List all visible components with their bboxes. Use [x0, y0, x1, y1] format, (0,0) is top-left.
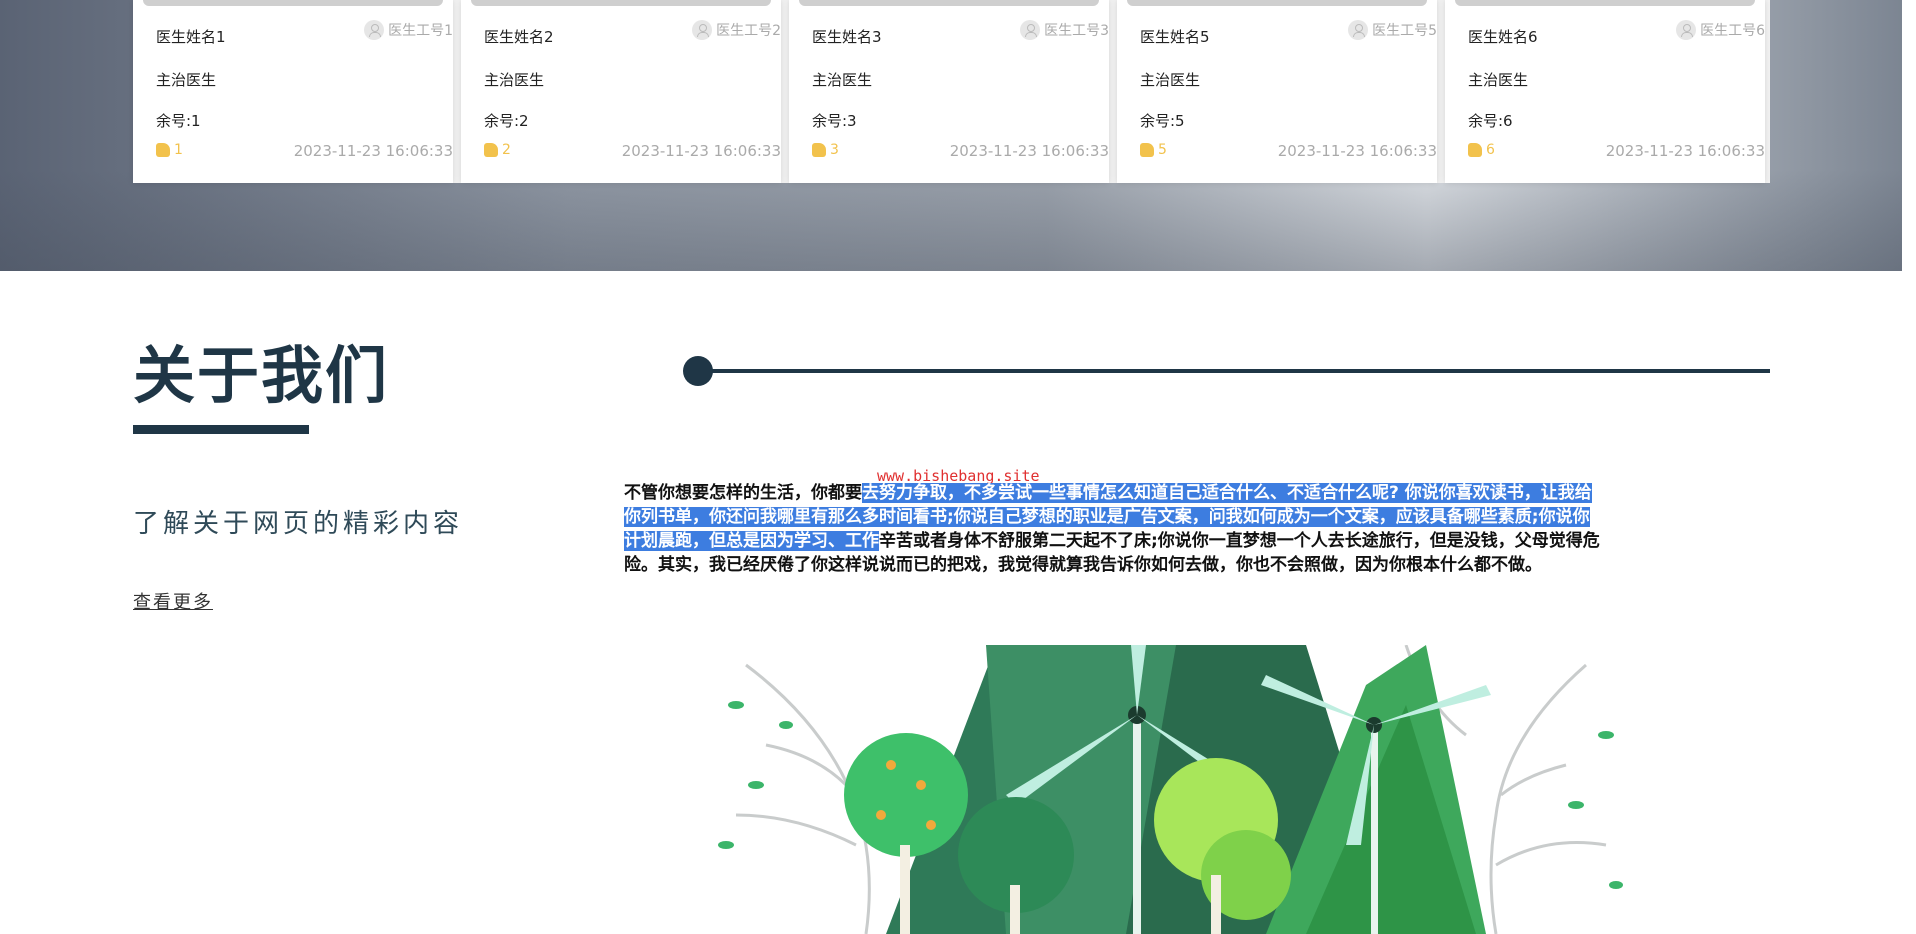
doctor-remaining: 余号:6 — [1468, 112, 1513, 130]
doctor-likes[interactable]: 2 — [484, 142, 511, 158]
view-more-link[interactable]: 查看更多 — [133, 588, 213, 614]
about-description: 不管你想要怎样的生活，你都要去努力争取，不多尝试一些事情怎么知道自己适合什么、不… — [624, 481, 1606, 577]
about-text-start: 不管你想要怎样的生活，你都要 — [624, 483, 862, 503]
eco-illustration — [718, 645, 1623, 934]
doctor-id-text: 医生工号5 — [1372, 23, 1437, 39]
user-icon — [1020, 20, 1041, 40]
about-divider-line — [700, 369, 1770, 373]
doctor-id: 医生工号3 — [1020, 20, 1109, 40]
about-divider-dot — [683, 356, 713, 386]
doctor-title: 主治医生 — [156, 71, 217, 89]
user-icon — [692, 20, 713, 40]
doctor-name: 医生姓名3 — [812, 28, 882, 46]
card-image-strip — [799, 0, 1099, 6]
doctor-remaining: 余号:5 — [1140, 112, 1185, 130]
user-icon — [364, 20, 385, 40]
doctor-id: 医生工号1 — [364, 20, 453, 40]
doctor-remaining: 余号:3 — [812, 112, 857, 130]
thumb-up-icon — [1140, 143, 1154, 157]
doctor-title: 主治医生 — [484, 71, 545, 89]
card-image-strip — [1455, 0, 1755, 6]
card-image-strip — [1127, 0, 1427, 6]
likes-count: 1 — [174, 142, 183, 158]
about-title: 关于我们 — [133, 339, 390, 412]
doctor-title: 主治医生 — [812, 71, 873, 89]
likes-count: 2 — [502, 142, 511, 158]
about-subtitle: 了解关于网页的精彩内容 — [133, 509, 464, 539]
doctor-card-list: 医生姓名1 医生工号1 主治医生 余号:1 1 2023-11-23 16:06… — [133, 0, 1770, 183]
doctor-name: 医生姓名2 — [484, 28, 554, 46]
thumb-up-icon — [484, 143, 498, 157]
user-icon — [1348, 20, 1369, 40]
doctor-title: 主治医生 — [1140, 71, 1201, 89]
doctor-likes[interactable]: 3 — [812, 142, 839, 158]
doctor-name: 医生姓名5 — [1140, 28, 1210, 46]
doctor-card[interactable]: 医生姓名1 医生工号1 主治医生 余号:1 1 2023-11-23 16:06… — [133, 0, 453, 183]
doctor-likes[interactable]: 1 — [156, 142, 183, 158]
doctor-time: 2023-11-23 16:06:33 — [949, 142, 1109, 160]
doctor-id-text: 医生工号1 — [388, 23, 453, 39]
doctor-id-text: 医生工号6 — [1700, 23, 1765, 39]
doctor-id-text: 医生工号3 — [1044, 23, 1109, 39]
about-title-underline — [133, 425, 309, 434]
likes-count: 5 — [1158, 142, 1167, 158]
doctor-id: 医生工号6 — [1676, 20, 1765, 40]
doctor-time: 2023-11-23 16:06:33 — [1277, 142, 1437, 160]
doctor-name: 医生姓名6 — [1468, 28, 1538, 46]
doctor-remaining: 余号:1 — [156, 112, 201, 130]
doctor-time: 2023-11-23 16:06:33 — [621, 142, 781, 160]
doctor-likes[interactable]: 6 — [1468, 142, 1495, 158]
doctor-time: 2023-11-23 16:06:33 — [293, 142, 453, 160]
doctor-likes[interactable]: 5 — [1140, 142, 1167, 158]
doctor-card[interactable]: 医生姓名2 医生工号2 主治医生 余号:2 2 2023-11-23 16:06… — [461, 0, 781, 183]
doctor-name: 医生姓名1 — [156, 28, 226, 46]
doctor-card[interactable]: 医生姓名3 医生工号3 主治医生 余号:3 3 2023-11-23 16:06… — [789, 0, 1109, 183]
doctor-time: 2023-11-23 16:06:33 — [1605, 142, 1765, 160]
doctor-remaining: 余号:2 — [484, 112, 529, 130]
likes-count: 3 — [830, 142, 839, 158]
doctor-card[interactable]: 医生姓名5 医生工号5 主治医生 余号:5 5 2023-11-23 16:06… — [1117, 0, 1437, 183]
thumb-up-icon — [156, 143, 170, 157]
doctor-id-text: 医生工号2 — [716, 23, 781, 39]
doctor-card[interactable]: 医生姓名6 医生工号6 主治医生 余号:6 6 2023-11-23 16:06… — [1445, 0, 1765, 183]
doctor-id: 医生工号5 — [1348, 20, 1437, 40]
card-image-strip — [471, 0, 771, 6]
doctor-id: 医生工号2 — [692, 20, 781, 40]
thumb-up-icon — [1468, 143, 1482, 157]
thumb-up-icon — [812, 143, 826, 157]
doctor-title: 主治医生 — [1468, 71, 1529, 89]
likes-count: 6 — [1486, 142, 1495, 158]
user-icon — [1676, 20, 1697, 40]
card-image-strip — [143, 0, 443, 6]
